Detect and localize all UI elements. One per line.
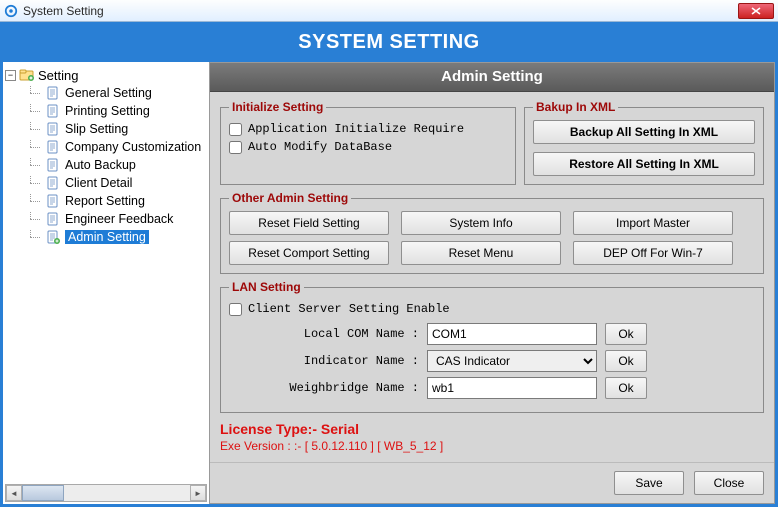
- lan-legend: LAN Setting: [229, 280, 304, 294]
- indicator-select[interactable]: CAS Indicator: [427, 350, 597, 372]
- app-icon: [4, 4, 18, 18]
- document-icon: [45, 139, 61, 155]
- client-server-enable-checkbox[interactable]: [229, 303, 242, 316]
- tree-item-label: Admin Setting: [65, 230, 149, 244]
- app-init-require-label: Application Initialize Require: [248, 122, 464, 136]
- lan-setting-fieldset: LAN Setting Client Server Setting Enable…: [220, 280, 764, 413]
- scroll-track[interactable]: [22, 485, 190, 501]
- tree-item-label: General Setting: [65, 86, 152, 100]
- tree-connector-icon: [25, 158, 41, 172]
- reset-menu-button[interactable]: Reset Menu: [401, 241, 561, 265]
- footer-bar: Save Close: [210, 462, 774, 503]
- system-info-button[interactable]: System Info: [401, 211, 561, 235]
- weighbridge-ok-button[interactable]: Ok: [605, 377, 647, 399]
- tree-item-slip-setting[interactable]: Slip Setting: [23, 120, 207, 138]
- collapse-icon[interactable]: −: [5, 70, 16, 81]
- scroll-left-arrow[interactable]: ◄: [6, 485, 22, 501]
- tree-connector-icon: [25, 194, 41, 208]
- banner-title: SYSTEM SETTING: [3, 25, 775, 62]
- initialize-setting-fieldset: Initialize Setting Application Initializ…: [220, 100, 516, 185]
- document-icon: [45, 103, 61, 119]
- auto-modify-db-label: Auto Modify DataBase: [248, 140, 392, 154]
- document-icon: [45, 121, 61, 137]
- tree-item-label: Client Detail: [65, 176, 132, 190]
- document-icon: [45, 85, 61, 101]
- tree-item-label: Slip Setting: [65, 122, 128, 136]
- license-type-text: License Type:- Serial: [220, 421, 764, 437]
- auto-modify-db-checkbox-row[interactable]: Auto Modify DataBase: [229, 138, 507, 156]
- close-button[interactable]: Close: [694, 471, 764, 495]
- window-title: System Setting: [23, 4, 738, 18]
- document-icon: [45, 175, 61, 191]
- tree-root-setting[interactable]: − Setting: [5, 66, 207, 84]
- other-admin-legend: Other Admin Setting: [229, 191, 351, 205]
- document-icon: [45, 157, 61, 173]
- exe-version-text: Exe Version : :- [ 5.0.12.110 ] [ WB_5_1…: [220, 439, 764, 453]
- tree-item-printing-setting[interactable]: Printing Setting: [23, 102, 207, 120]
- weighbridge-input[interactable]: [427, 377, 597, 399]
- restore-all-xml-button[interactable]: Restore All Setting In XML: [533, 152, 755, 176]
- tree-connector-icon: [25, 230, 41, 244]
- reset-field-setting-button[interactable]: Reset Field Setting: [229, 211, 389, 235]
- tree-connector-icon: [25, 176, 41, 190]
- backup-all-xml-button[interactable]: Backup All Setting In XML: [533, 120, 755, 144]
- tree-item-admin-setting[interactable]: Admin Setting: [23, 228, 207, 246]
- local-com-input[interactable]: [427, 323, 597, 345]
- tree-item-label: Company Customization: [65, 140, 201, 154]
- tree-item-report-setting[interactable]: Report Setting: [23, 192, 207, 210]
- tree-connector-icon: [25, 104, 41, 118]
- panel-title: Admin Setting: [210, 63, 774, 92]
- tree-item-company-customization[interactable]: Company Customization: [23, 138, 207, 156]
- tree-root-label: Setting: [38, 68, 78, 83]
- client-server-enable-label: Client Server Setting Enable: [248, 302, 450, 316]
- backup-legend: Bakup In XML: [533, 100, 618, 114]
- local-com-label: Local COM Name :: [229, 327, 419, 341]
- indicator-ok-button[interactable]: Ok: [605, 350, 647, 372]
- other-admin-fieldset: Other Admin Setting Reset Field Setting …: [220, 191, 764, 274]
- indicator-label: Indicator Name :: [229, 354, 419, 368]
- tree-item-label: Engineer Feedback: [65, 212, 173, 226]
- backup-xml-fieldset: Bakup In XML Backup All Setting In XML R…: [524, 100, 764, 185]
- window-close-button[interactable]: [738, 3, 774, 19]
- initialize-legend: Initialize Setting: [229, 100, 326, 114]
- scroll-thumb[interactable]: [22, 485, 64, 501]
- tree-item-label: Printing Setting: [65, 104, 150, 118]
- auto-modify-db-checkbox[interactable]: [229, 141, 242, 154]
- document-icon: [45, 211, 61, 227]
- tree-connector-icon: [25, 140, 41, 154]
- tree-item-label: Report Setting: [65, 194, 145, 208]
- sidebar: − Setting General Setting Printing Settin…: [3, 62, 209, 504]
- content-panel: Admin Setting Initialize Setting Applica…: [209, 62, 775, 504]
- document-icon: [45, 193, 61, 209]
- tree-item-client-detail[interactable]: Client Detail: [23, 174, 207, 192]
- dep-off-win7-button[interactable]: DEP Off For Win-7: [573, 241, 733, 265]
- sidebar-h-scrollbar[interactable]: ◄ ►: [5, 484, 207, 502]
- local-com-ok-button[interactable]: Ok: [605, 323, 647, 345]
- tree-connector-icon: [25, 86, 41, 100]
- tree-connector-icon: [25, 212, 41, 226]
- weighbridge-label: Weighbridge Name :: [229, 381, 419, 395]
- app-init-require-checkbox[interactable]: [229, 123, 242, 136]
- import-master-button[interactable]: Import Master: [573, 211, 733, 235]
- client-server-enable-row[interactable]: Client Server Setting Enable: [229, 300, 755, 318]
- title-bar: System Setting: [0, 0, 778, 22]
- tree-item-label: Auto Backup: [65, 158, 136, 172]
- app-init-require-checkbox-row[interactable]: Application Initialize Require: [229, 120, 507, 138]
- tree-connector-icon: [25, 122, 41, 136]
- nav-tree: − Setting General Setting Printing Settin…: [3, 62, 209, 482]
- reset-comport-setting-button[interactable]: Reset Comport Setting: [229, 241, 389, 265]
- tree-item-general-setting[interactable]: General Setting: [23, 84, 207, 102]
- document-icon: [45, 229, 61, 245]
- save-button[interactable]: Save: [614, 471, 684, 495]
- scroll-right-arrow[interactable]: ►: [190, 485, 206, 501]
- tree-item-auto-backup[interactable]: Auto Backup: [23, 156, 207, 174]
- folder-icon: [19, 67, 35, 83]
- tree-item-engineer-feedback[interactable]: Engineer Feedback: [23, 210, 207, 228]
